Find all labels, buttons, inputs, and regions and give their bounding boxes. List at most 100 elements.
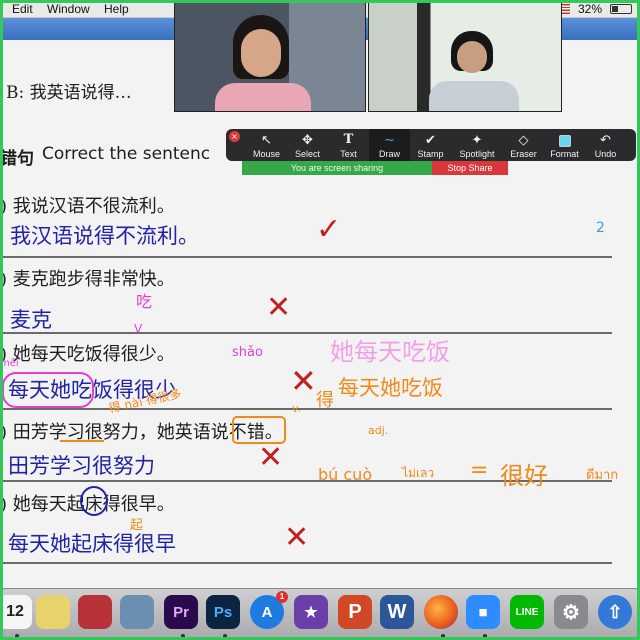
undo-arrow-icon: ↶ — [600, 132, 611, 147]
tool-select[interactable]: ✥ Select — [287, 129, 328, 161]
text-T-icon: T — [343, 132, 354, 147]
tool-text-label: Text — [340, 149, 357, 159]
orange-de: 得 — [316, 390, 334, 411]
answer-line-5 — [0, 562, 612, 564]
running-indicator — [441, 634, 445, 638]
tool-eraser[interactable]: ◇ Eraser — [503, 129, 544, 161]
pink-circle-meitian-ta — [2, 372, 94, 408]
running-indicator — [181, 634, 185, 638]
zoom-icon[interactable]: ■ — [466, 595, 500, 629]
line-icon[interactable]: LINE — [510, 595, 544, 629]
calendar-day: 12 — [6, 603, 24, 620]
tool-spotlight[interactable]: ✦ Spotlight — [451, 129, 503, 161]
imovie-label: ★ — [304, 604, 318, 621]
checkmark-1: ✓ — [316, 212, 342, 247]
section-heading-chinese: 错句 — [0, 149, 34, 169]
photo-booth-icon[interactable] — [78, 595, 112, 629]
format-swatch-icon — [558, 135, 571, 147]
participant-1-shirt — [215, 83, 311, 111]
sentence-3: ) 她每天吃饭得很少。 — [0, 344, 175, 365]
tool-mouse[interactable]: ↖ Mouse — [246, 129, 287, 161]
tool-undo[interactable]: ↶ Undo — [585, 129, 626, 161]
tool-mouse-label: Mouse — [252, 149, 280, 159]
premiere-label: Pr — [173, 603, 189, 621]
tool-spotlight-label: Spotlight — [459, 149, 495, 159]
orange-underline-xuexi — [60, 440, 104, 442]
line-label: LINE — [515, 606, 539, 618]
calendar-icon[interactable]: 12 — [0, 595, 32, 629]
participant-2-shirt — [429, 81, 519, 111]
worksheet-page: B: 我英语说得… 错句 Correct the sentenc ) 我说汉语不… — [0, 40, 640, 588]
orange-equals: = — [470, 458, 489, 483]
sentence-1: ) 我说汉语不很流利。 — [0, 196, 175, 217]
running-indicator — [483, 634, 487, 638]
orange-adj-note: adj. — [368, 424, 389, 437]
section-heading: Correct the sentenc — [42, 144, 211, 164]
orange-bucuo-pinyin: bú cuò — [318, 465, 373, 484]
select-move-icon: ✥ — [302, 132, 313, 147]
update-badge: 1 — [276, 591, 288, 603]
tool-draw[interactable]: ∼ Draw — [369, 129, 410, 161]
participant-2-face — [457, 41, 487, 73]
cross-mark-5: ✕ — [284, 520, 310, 555]
app-store-label: A — [261, 603, 273, 621]
pink-shao-pinyin: shǎo — [232, 345, 263, 360]
system-preferences-label: ⚙ — [562, 601, 580, 624]
pink-corrected-sentence: 她每天吃饭 — [330, 338, 450, 366]
video-tile-participant-2[interactable] — [368, 0, 562, 112]
zoom-label: ■ — [478, 603, 488, 621]
battery-icon[interactable] — [610, 4, 632, 14]
answer-4: 田芳学习很努力 — [8, 454, 155, 478]
imovie-icon[interactable]: ★ — [294, 595, 328, 629]
orange-answer-3: 每天她吃饭 — [338, 376, 443, 400]
pink-chi-note: 吃 — [136, 292, 153, 311]
word-label: W — [387, 600, 407, 623]
premiere-icon[interactable]: Pr — [164, 595, 198, 629]
orange-thai-note: ไม่เลว — [402, 466, 435, 480]
tool-select-label: Select — [294, 149, 320, 159]
battery-percent: 32% — [577, 2, 602, 16]
image-capture-icon[interactable] — [120, 595, 154, 629]
blue-circle-qi — [80, 486, 108, 516]
orange-thai-note-2: ดีมาก — [586, 468, 619, 483]
photoshop-icon[interactable]: Ps — [206, 595, 240, 629]
video-tile-participant-1[interactable] — [174, 0, 366, 112]
partial-dialogue-line: B: 我英语说得… — [6, 83, 132, 103]
system-preferences-icon[interactable]: ⚙ — [554, 595, 588, 629]
tool-format[interactable]: Format — [544, 129, 585, 161]
app-store-icon[interactable]: A 1 — [250, 591, 288, 629]
pink-mei-pinyin: měi — [0, 358, 19, 369]
answer-line-3 — [0, 408, 612, 410]
tool-format-label: Format — [550, 149, 579, 159]
tool-stamp-label: Stamp — [417, 149, 444, 159]
answer-2: 麦克 — [10, 308, 52, 332]
menu-help[interactable]: Help — [104, 2, 129, 16]
cross-mark-4: ✕ — [258, 440, 284, 475]
blue-scribble-mark: 2 — [596, 220, 605, 236]
draw-squiggle-icon: ∼ — [384, 132, 395, 147]
orange-henhao: 很好 — [500, 462, 548, 490]
stop-share-button[interactable]: Stop Share — [432, 161, 508, 175]
dock: 12 Pr Ps A 1 ★ P W ■ LINE ⚙ ⇧ — [0, 588, 640, 640]
photoshop-label: Ps — [213, 603, 233, 621]
stickies-icon[interactable] — [36, 595, 70, 629]
close-annotation-icon[interactable]: × — [229, 131, 240, 142]
cursor-arrow-icon: ↖ — [261, 132, 272, 147]
software-update-icon[interactable]: ⇧ — [598, 595, 632, 629]
spotlight-wand-icon: ✦ — [471, 132, 483, 147]
running-indicator — [223, 634, 227, 638]
tool-undo-label: Undo — [594, 149, 617, 159]
tool-stamp[interactable]: ✔ Stamp — [410, 129, 451, 161]
annotation-toolbar: × ↖ Mouse ✥ Select T Text ∼ Draw ✔ Stamp… — [226, 129, 636, 161]
menu-window[interactable]: Window — [47, 2, 90, 16]
answer-line-1 — [0, 256, 612, 258]
tool-text[interactable]: T Text — [328, 129, 369, 161]
menu-edit[interactable]: Edit — [12, 2, 33, 16]
firefox-icon[interactable] — [424, 595, 458, 629]
word-icon[interactable]: W — [380, 595, 414, 629]
eraser-icon: ◇ — [518, 132, 529, 147]
cross-mark-2: ✕ — [266, 290, 292, 325]
answer-1: 我汉语说得不流利。 — [10, 224, 199, 248]
orange-qi-note: 起 — [130, 518, 144, 533]
powerpoint-icon[interactable]: P — [338, 595, 372, 629]
